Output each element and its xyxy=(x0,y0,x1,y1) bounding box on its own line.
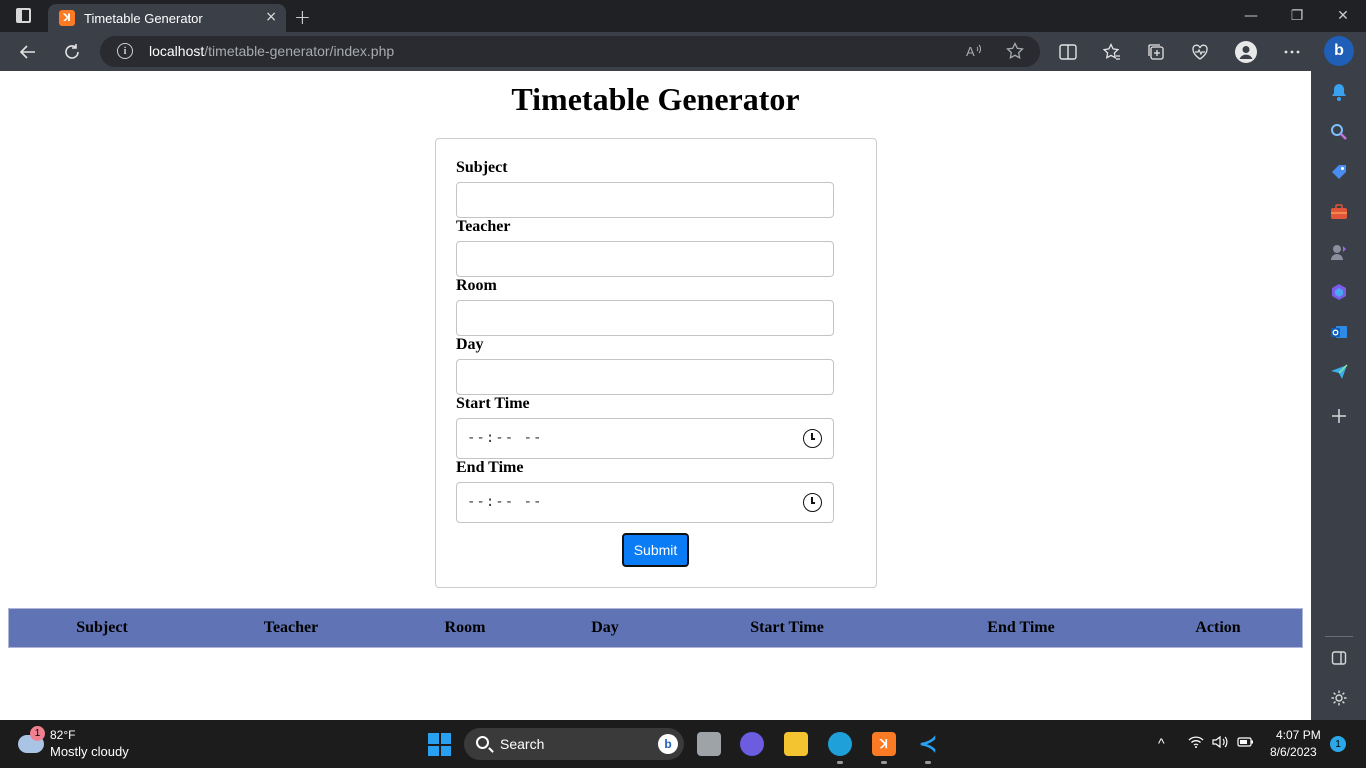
tab-timetable-generator[interactable]: ꓘ Timetable Generator × xyxy=(48,4,286,32)
drop-send-icon[interactable] xyxy=(1328,361,1350,383)
url-path: /timetable-generator/index.php xyxy=(204,43,395,59)
column-header-day: Day xyxy=(591,619,619,636)
favorites-icon[interactable] xyxy=(1100,40,1124,64)
search-icon xyxy=(476,736,489,749)
weather-temperature[interactable]: 82°F xyxy=(50,728,75,742)
taskbar-search-box[interactable]: Search b xyxy=(464,728,684,760)
add-sidebar-app-icon[interactable] xyxy=(1328,405,1350,427)
windows-taskbar: 1 82°F Mostly cloudy Search b ꓘ ≺ ^ 4:07… xyxy=(0,720,1366,768)
microsoft-365-icon[interactable] xyxy=(1328,281,1350,303)
page-title: Timetable Generator xyxy=(511,81,800,117)
battery-icon[interactable] xyxy=(1236,735,1254,752)
url-host: localhost xyxy=(149,43,205,59)
start-time-placeholder: --:-- -- xyxy=(467,430,543,446)
vscode-icon[interactable]: ≺ xyxy=(916,731,940,756)
favorite-star-icon[interactable] xyxy=(1005,41,1025,61)
submit-button[interactable]: Submit xyxy=(622,533,689,567)
site-info-icon[interactable]: i xyxy=(117,43,133,59)
start-time-label: Start Time xyxy=(456,395,530,412)
notification-count-badge[interactable]: 1 xyxy=(1330,736,1346,752)
tab-bar: ꓘ Timetable Generator × + — ❐ ✕ xyxy=(0,0,1366,32)
more-options-icon[interactable] xyxy=(1280,40,1304,64)
minimize-button[interactable]: — xyxy=(1228,0,1274,32)
taskbar-clock-time[interactable]: 4:07 PM xyxy=(1276,728,1321,742)
wifi-icon[interactable] xyxy=(1188,735,1204,752)
day-label: Day xyxy=(456,336,484,353)
page-viewport: Timetable Generator Subject Teacher Room… xyxy=(0,71,1311,720)
refresh-icon[interactable] xyxy=(60,40,84,64)
end-time-placeholder: --:-- -- xyxy=(467,494,543,510)
outlook-icon[interactable] xyxy=(1328,321,1350,343)
edge-icon[interactable] xyxy=(828,732,852,756)
teacher-input[interactable] xyxy=(456,241,834,277)
sidebar-settings-gear-icon[interactable] xyxy=(1328,687,1350,709)
sidebar-divider xyxy=(1325,636,1353,637)
taskbar-search-label: Search xyxy=(500,736,545,752)
notification-bell-icon[interactable] xyxy=(1328,81,1350,103)
svg-text:A: A xyxy=(966,44,975,58)
xampp-favicon-icon: ꓘ xyxy=(59,10,75,26)
vscode-running-indicator xyxy=(925,761,931,764)
clock-icon[interactable] xyxy=(803,493,822,512)
tab-actions-icon[interactable] xyxy=(16,8,31,23)
tools-briefcase-icon[interactable] xyxy=(1328,201,1350,223)
games-icon[interactable] xyxy=(1328,241,1350,263)
column-header-teacher: Teacher xyxy=(263,619,319,636)
timetable-table-header: Subject Teacher Room Day Start Time End … xyxy=(8,608,1303,648)
weather-badge: 1 xyxy=(30,726,45,741)
task-view-icon[interactable] xyxy=(697,732,721,756)
start-time-input[interactable]: --:-- -- xyxy=(456,418,834,459)
column-header-start-time: Start Time xyxy=(750,619,824,636)
file-explorer-icon[interactable] xyxy=(784,732,808,756)
teams-chat-icon[interactable] xyxy=(740,732,764,756)
tab-title: Timetable Generator xyxy=(84,10,203,26)
show-hidden-icons-chevron-icon[interactable]: ^ xyxy=(1158,735,1165,751)
hide-sidebar-icon[interactable] xyxy=(1328,647,1350,669)
room-input[interactable] xyxy=(456,300,834,336)
new-tab-button[interactable]: + xyxy=(294,5,311,29)
restore-button[interactable]: ❐ xyxy=(1274,0,1320,32)
profile-avatar-icon[interactable] xyxy=(1234,40,1258,64)
column-header-room: Room xyxy=(444,619,486,636)
subject-input[interactable] xyxy=(456,182,834,218)
collections-icon[interactable] xyxy=(1144,40,1168,64)
column-header-action: Action xyxy=(1195,619,1241,636)
address-bar[interactable]: i localhost/timetable-generator/index.ph… xyxy=(100,36,1040,67)
end-time-input[interactable]: --:-- -- xyxy=(456,482,834,523)
bing-icon: b xyxy=(658,734,678,754)
split-screen-icon[interactable] xyxy=(1056,40,1080,64)
column-header-end-time: End Time xyxy=(987,619,1055,636)
xampp-icon[interactable]: ꓘ xyxy=(872,732,896,756)
browser-essentials-icon[interactable] xyxy=(1188,40,1212,64)
url-text[interactable]: localhost/timetable-generator/index.php xyxy=(149,43,394,59)
close-window-button[interactable]: ✕ xyxy=(1320,0,1366,32)
edge-running-indicator xyxy=(837,761,843,764)
teacher-label: Teacher xyxy=(456,218,511,235)
bing-chat-icon[interactable]: b xyxy=(1324,36,1354,66)
shopping-tag-icon[interactable] xyxy=(1328,161,1350,183)
clock-icon[interactable] xyxy=(803,429,822,448)
subject-label: Subject xyxy=(456,159,508,176)
volume-icon[interactable] xyxy=(1212,735,1228,752)
taskbar-clock-date[interactable]: 8/6/2023 xyxy=(1270,745,1317,759)
start-menu-icon[interactable] xyxy=(428,733,451,756)
edge-sidebar: b xyxy=(1311,32,1366,720)
back-arrow-icon[interactable] xyxy=(16,40,40,64)
browser-toolbar: i localhost/timetable-generator/index.ph… xyxy=(0,32,1311,71)
weather-description[interactable]: Mostly cloudy xyxy=(50,744,129,759)
timetable-form: Subject Teacher Room Day Start Time --:-… xyxy=(435,138,877,588)
column-header-subject: Subject xyxy=(76,619,128,636)
tab-close-icon[interactable]: × xyxy=(265,9,277,25)
end-time-label: End Time xyxy=(456,459,524,476)
read-aloud-icon[interactable]: A xyxy=(964,41,984,61)
room-label: Room xyxy=(456,277,497,294)
day-input[interactable] xyxy=(456,359,834,395)
xampp-running-indicator xyxy=(881,761,887,764)
search-icon[interactable] xyxy=(1328,121,1350,143)
